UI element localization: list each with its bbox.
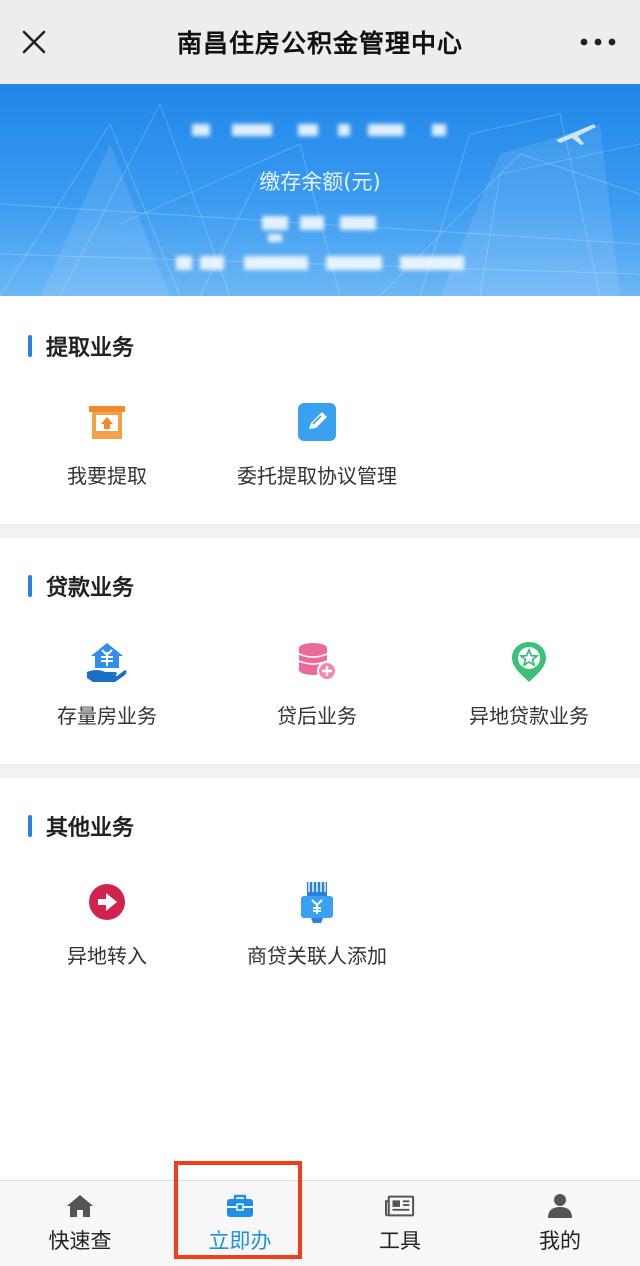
withdraw-tray-icon: [85, 400, 129, 444]
item-label: 存量房业务: [57, 704, 157, 728]
section-other: 其他业务 异地转入 商贷关联人添加: [0, 778, 640, 1178]
house-yuan-hand-icon: [85, 640, 129, 684]
item-label: 委托提取协议管理: [237, 464, 397, 488]
tab-mine[interactable]: 我的: [480, 1181, 640, 1266]
existing-house-business-button[interactable]: 存量房业务: [2, 640, 212, 729]
page-title: 南昌住房公积金管理中心: [176, 29, 463, 58]
tab-quick-query[interactable]: 快速查: [0, 1181, 160, 1266]
section-accent-bar: [28, 335, 32, 357]
section-accent-bar: [28, 575, 32, 597]
item-label: 异地转入: [67, 944, 147, 968]
section-header: 提取业务: [28, 330, 134, 362]
tab-label: 工具: [379, 1229, 421, 1253]
section-title: 贷款业务: [46, 576, 135, 601]
newspaper-icon: [385, 1193, 415, 1219]
entrusted-withdrawal-agreement-button[interactable]: 委托提取协议管理: [212, 400, 422, 489]
section-header: 其他业务: [28, 810, 134, 842]
coin-stack-plus-icon: [295, 640, 339, 684]
item-label: 我要提取: [67, 464, 147, 488]
airplane-icon: [556, 124, 596, 145]
location-star-icon: [507, 640, 551, 684]
section-title: 其他业务: [46, 816, 135, 841]
arrow-right-circle-icon: [85, 880, 129, 924]
commercial-loan-associate-add-button[interactable]: 商贷关联人添加: [212, 880, 422, 969]
offsite-transfer-in-button[interactable]: 异地转入: [2, 880, 212, 969]
user-icon: [545, 1193, 575, 1219]
edit-pencil-icon: [295, 400, 339, 444]
section-divider: [0, 524, 640, 538]
section-loan: 贷款业务 存量房业务 贷后业务 异地贷款业务: [0, 538, 640, 764]
section-header: 贷款业务: [28, 570, 134, 602]
balance-banner: 缴存余额(元): [0, 84, 640, 296]
title-bar: 南昌住房公积金管理中心: [0, 0, 640, 84]
bottom-navigation: 快速查 立即办 工具 我的: [0, 1180, 640, 1266]
yuan-hand-card-icon: [295, 880, 339, 924]
section-withdrawal: 提取业务 我要提取 委托提取协议管理: [0, 296, 640, 524]
item-label: 商贷关联人添加: [247, 944, 387, 968]
tab-tools[interactable]: 工具: [320, 1181, 480, 1266]
balance-label: 缴存余额(元): [259, 170, 381, 194]
more-icon[interactable]: [578, 34, 618, 50]
highlight-box: [174, 1161, 302, 1259]
section-divider: [0, 764, 640, 778]
section-accent-bar: [28, 815, 32, 837]
item-label: 贷后业务: [277, 704, 357, 728]
section-title: 提取业务: [46, 336, 135, 361]
offsite-loan-business-button[interactable]: 异地贷款业务: [424, 640, 634, 729]
close-icon[interactable]: [18, 26, 50, 58]
tab-label: 快速查: [48, 1229, 112, 1253]
withdraw-button[interactable]: 我要提取: [2, 400, 212, 489]
tab-label: 我的: [539, 1229, 581, 1253]
home-icon: [65, 1193, 95, 1219]
post-loan-business-button[interactable]: 贷后业务: [212, 640, 422, 729]
item-label: 异地贷款业务: [469, 704, 589, 728]
